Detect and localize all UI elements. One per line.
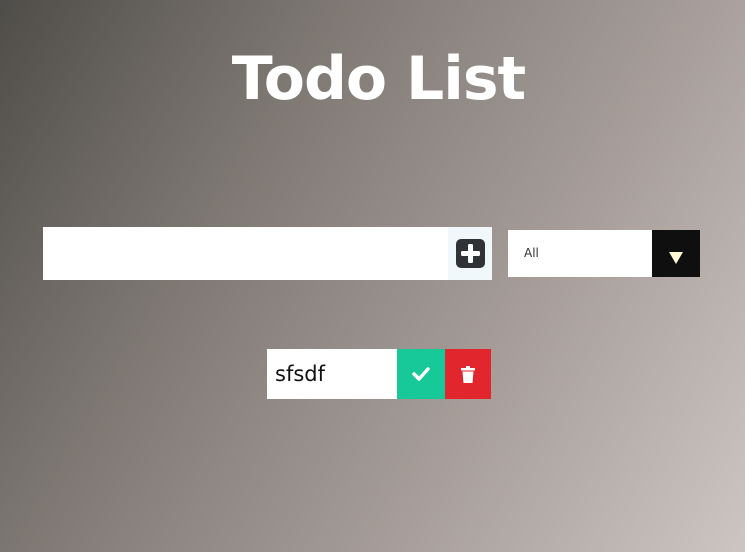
complete-button[interactable] <box>397 349 445 399</box>
plus-square-icon <box>455 239 485 268</box>
todo-input[interactable] <box>43 227 443 280</box>
todo-item-text: sfsdf <box>275 362 325 386</box>
trash-icon <box>461 365 475 383</box>
caret-down-icon <box>669 251 683 264</box>
check-icon <box>412 367 430 381</box>
add-todo-button[interactable] <box>448 227 492 280</box>
filter-select[interactable]: All <box>508 230 700 277</box>
todo-form <box>43 227 492 280</box>
filter-arrow-button[interactable] <box>652 230 700 277</box>
page-title: Todo List <box>231 44 526 114</box>
todo-item: sfsdf <box>267 349 491 399</box>
delete-button[interactable] <box>445 349 491 399</box>
filter-selected-value: All <box>524 246 539 260</box>
